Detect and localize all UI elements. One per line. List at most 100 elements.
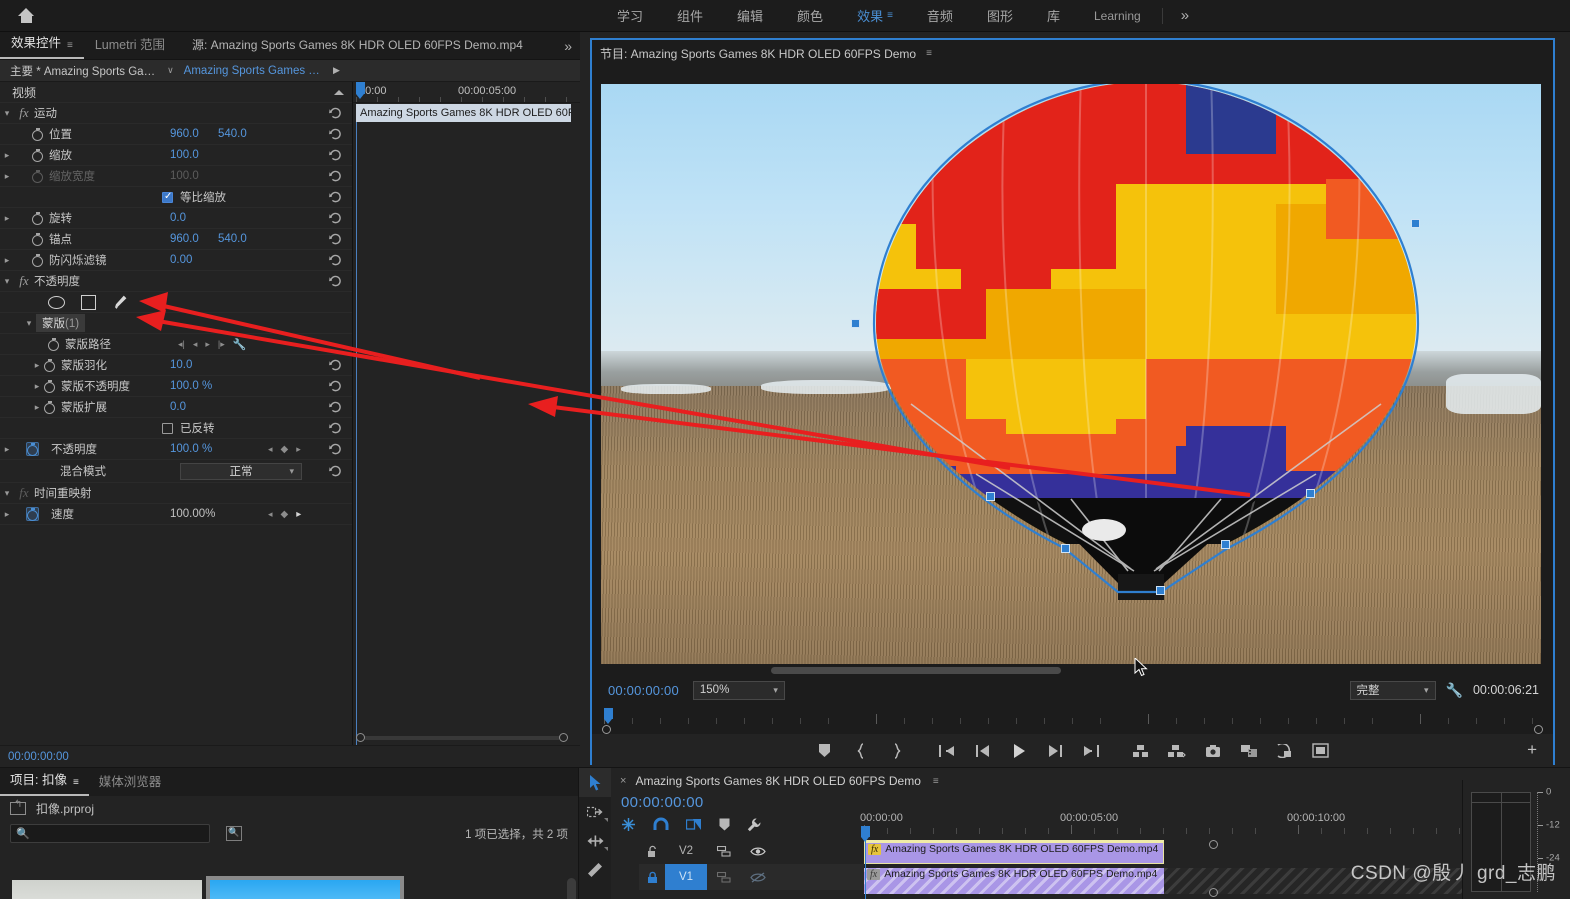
settings-wrench-icon[interactable]: 🔧 [1446, 682, 1463, 699]
add-marker-button[interactable] [807, 734, 843, 767]
stopwatch-icon-active[interactable] [26, 507, 39, 521]
menu-item-editing[interactable]: 编辑 [720, 0, 780, 32]
home-button[interactable] [0, 0, 52, 32]
play-triangle-icon[interactable]: ▶ [333, 65, 340, 76]
property-scale-value[interactable]: 100.0 [170, 149, 199, 161]
go-to-next-keyframe-icon[interactable]: ▸ [296, 444, 301, 455]
property-mask-feather-value[interactable]: 10.0 [170, 359, 192, 371]
track-lock-icon-locked[interactable] [639, 871, 665, 884]
blend-mode-select[interactable]: 正常 ▾ [180, 462, 302, 480]
ellipse-mask-icon[interactable] [48, 295, 65, 309]
magnet-snap-icon[interactable] [653, 817, 669, 837]
chevron-right-icon[interactable] [30, 402, 44, 413]
collapse-up-icon[interactable] [334, 89, 344, 95]
out-point-handle[interactable] [1534, 725, 1543, 734]
mask-tracking-wrench-icon[interactable]: 🔧 [233, 338, 247, 351]
timeline-playhead[interactable] [861, 826, 870, 842]
menu-item-libraries[interactable]: 库 [1030, 0, 1077, 32]
reset-icon[interactable] [329, 149, 342, 161]
tab-effect-controls[interactable]: 效果控件 ≡ [0, 31, 84, 59]
playhead[interactable] [356, 82, 365, 99]
program-monitor-current-timecode[interactable]: 00:00:00:00 [592, 683, 679, 698]
timeline-vscroll-handle-top[interactable] [1209, 840, 1218, 849]
property-anchor-point-value-y[interactable]: 540.0 [218, 233, 247, 245]
step-forward-icon[interactable]: ▸ [205, 339, 210, 350]
chevron-down-icon[interactable] [22, 318, 36, 329]
stopwatch-icon[interactable] [32, 212, 43, 225]
property-rotation-value[interactable]: 0.0 [170, 212, 186, 224]
effect-controls-clip-bar[interactable]: Amazing Sports Games 8K HDR OLED 60F [356, 104, 571, 122]
selection-tool[interactable] [579, 768, 611, 797]
close-icon[interactable]: × [611, 775, 635, 787]
stopwatch-icon[interactable] [32, 233, 43, 246]
mask-control-point[interactable] [1156, 586, 1165, 595]
chevron-right-icon[interactable] [0, 444, 14, 455]
stopwatch-icon[interactable] [32, 149, 43, 162]
menu-item-learning[interactable]: Learning [1077, 0, 1158, 32]
zoom-level-select[interactable]: 150% ▾ [692, 680, 785, 700]
tab-program-monitor[interactable]: 节目: Amazing Sports Games 8K HDR OLED 60F… [600, 45, 932, 62]
reset-icon[interactable] [329, 380, 342, 392]
mask-control-point[interactable] [986, 492, 995, 501]
property-anchor-point-value-x[interactable]: 960.0 [170, 233, 199, 245]
mask-control-point[interactable] [851, 319, 860, 328]
add-marker-icon[interactable] [719, 818, 730, 836]
menu-item-learn[interactable]: 学习 [600, 0, 660, 32]
ripple-edit-tool[interactable] [579, 826, 611, 855]
multicamera-button[interactable] [1267, 734, 1303, 767]
tab-source-monitor[interactable]: 源: Amazing Sports Games 8K HDR OLED 60FP… [176, 31, 531, 59]
opacity-keyframe-nav[interactable]: ◂ ◆ ▸ [268, 444, 301, 455]
go-to-previous-keyframe-icon[interactable]: ◂| [178, 339, 185, 350]
reset-icon[interactable] [329, 107, 342, 119]
timeline-vscroll-handle-bottom[interactable] [1209, 888, 1218, 897]
uniform-scale-checkbox[interactable] [162, 191, 173, 203]
reset-icon[interactable] [329, 191, 342, 203]
mask-control-point[interactable] [1061, 544, 1070, 553]
track-visibility-icon[interactable] [741, 846, 775, 857]
pen-mask-icon[interactable] [112, 294, 128, 310]
chevron-down-icon[interactable]: ∨ [155, 65, 184, 76]
speed-keyframe-nav[interactable]: ◂ ◆ ▸ [268, 509, 301, 520]
effect-controls-overflow-icon[interactable]: » [564, 38, 572, 54]
stopwatch-icon[interactable] [32, 254, 43, 267]
group-time-remapping-header[interactable]: fx 时间重映射 [0, 483, 352, 504]
chevron-right-icon[interactable] [0, 150, 14, 161]
rectangle-mask-icon[interactable] [81, 294, 96, 310]
go-to-in-button[interactable] [929, 734, 965, 767]
step-back-button[interactable] [965, 734, 1001, 767]
mask-label[interactable]: 蒙版(1) [36, 314, 86, 332]
property-mask-expansion[interactable]: 蒙版扩展 0.0 [0, 397, 352, 418]
project-item-2-selected[interactable] [206, 876, 404, 899]
track-header-v2[interactable]: V2 [639, 838, 864, 864]
reset-icon[interactable] [329, 254, 342, 266]
property-blend-mode[interactable]: 混合模式 正常 ▾ [0, 460, 352, 483]
mask-inverted-checkbox[interactable] [162, 422, 173, 434]
video-preview[interactable] [601, 84, 1541, 664]
program-monitor-hscrollbar[interactable] [771, 667, 1061, 674]
chevron-right-icon[interactable] [30, 381, 44, 392]
property-scale[interactable]: 缩放 100.0 [0, 145, 352, 166]
property-rotation[interactable]: 旋转 0.0 [0, 208, 352, 229]
property-mask-expansion-value[interactable]: 0.0 [170, 401, 186, 413]
property-position-value-y[interactable]: 540.0 [218, 128, 247, 140]
panel-menu-icon[interactable]: ≡ [926, 48, 932, 59]
property-position-value-x[interactable]: 960.0 [170, 128, 199, 140]
property-opacity-value[interactable]: 100.0 % [170, 443, 212, 455]
step-forward-button[interactable] [1037, 734, 1073, 767]
group-opacity-header[interactable]: fx 不透明度 [0, 271, 352, 292]
timeline-clip-v2[interactable]: fx Amazing Sports Games 8K HDR OLED 60FPS… [864, 840, 1164, 864]
lift-button[interactable] [1123, 734, 1159, 767]
menu-overflow-icon[interactable]: » [1167, 0, 1203, 32]
mask-item-header[interactable]: 蒙版(1) [0, 313, 352, 334]
snap-to-sequence-icon[interactable] [621, 817, 636, 837]
mark-out-button[interactable] [879, 734, 915, 767]
reset-icon[interactable] [329, 422, 342, 434]
go-to-previous-keyframe-icon[interactable]: ◂ [268, 509, 273, 520]
property-anchor-point[interactable]: 锚点 960.0 540.0 [0, 229, 352, 250]
reset-icon[interactable] [329, 359, 342, 371]
property-anti-flicker[interactable]: 防闪烁滤镜 0.00 [0, 250, 352, 271]
property-anti-flicker-value[interactable]: 0.00 [170, 254, 192, 266]
property-speed[interactable]: 速度 100.00% ◂ ◆ ▸ [0, 504, 352, 525]
panel-menu-icon[interactable]: ≡ [933, 776, 939, 787]
project-vertical-scrollbar[interactable] [567, 878, 576, 899]
